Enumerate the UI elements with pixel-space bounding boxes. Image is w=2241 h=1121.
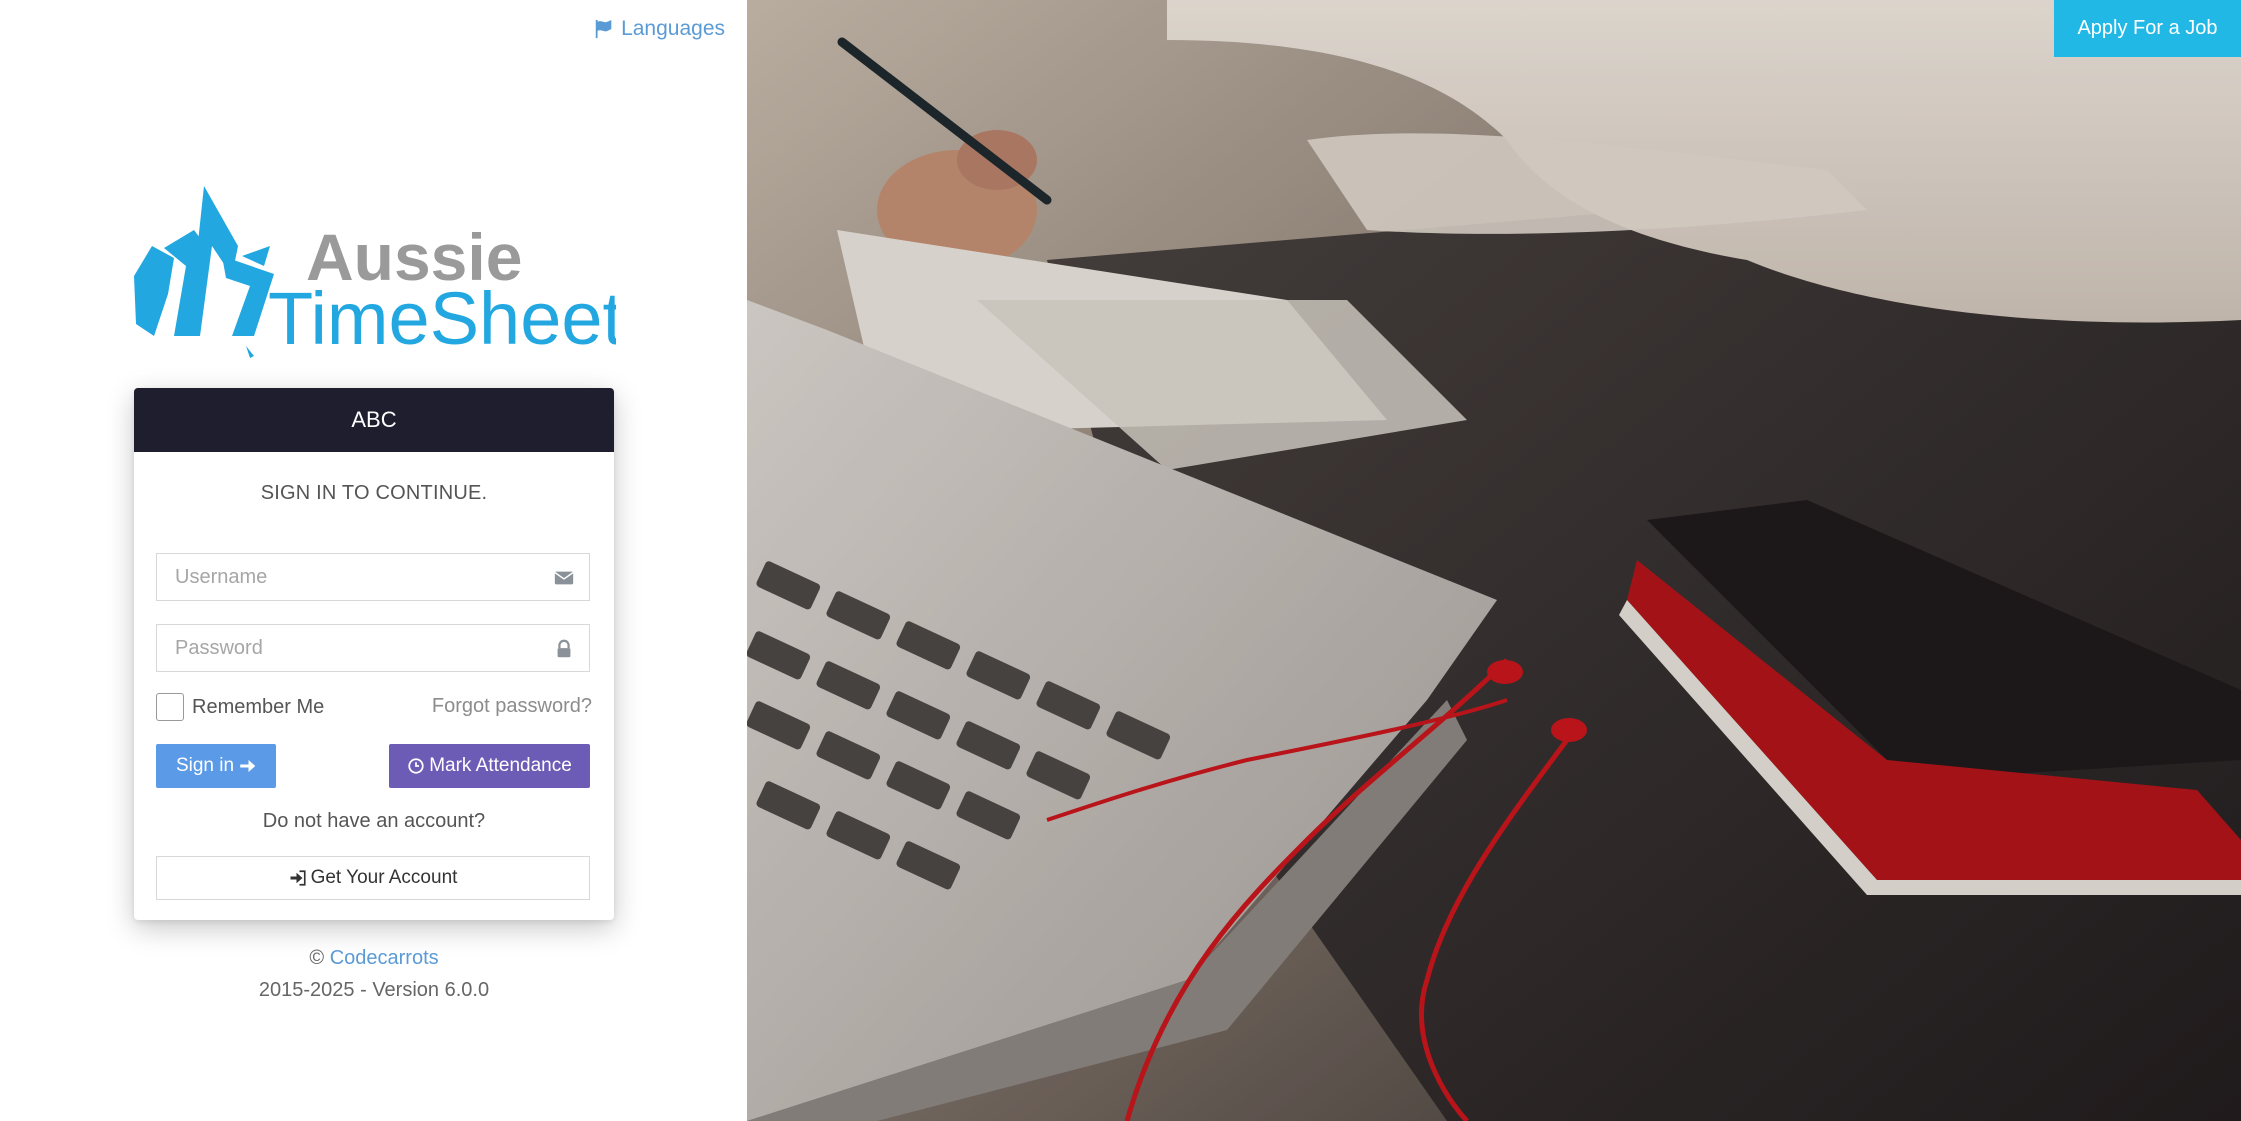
footer-copyright: © Codecarrots [134,947,614,970]
flag-icon [595,19,612,39]
remember-label: Remember Me [192,695,325,718]
signin-label: Sign in [175,755,235,776]
mark-attendance-button[interactable]: Mark Attendance [389,744,590,788]
clock-icon [408,758,424,774]
company-logo: Aussie TimeSheets [134,186,616,358]
signin-button[interactable]: Sign in [156,744,276,788]
remember-me[interactable]: Remember Me [156,693,324,721]
sign-in-icon [290,870,306,886]
card-title: ABC [134,388,614,452]
remember-checkbox[interactable] [156,693,184,721]
password-input[interactable] [157,625,589,671]
arrow-right-icon [240,760,256,772]
footer-version: 2015-2025 - Version 6.0.0 [258,979,490,1001]
background-photo: Apply For a Job [747,0,2241,1121]
password-field [156,624,590,672]
forgot-password-link[interactable]: Forgot password? [432,695,592,718]
username-field [156,553,590,601]
login-panel: Languages Aussie TimeSheets ABC SIGN IN … [0,0,747,1121]
envelope-icon [554,571,574,585]
get-account-button[interactable]: Get Your Account [156,856,590,900]
login-card: ABC SIGN IN TO CONTINUE. Remember Me [134,388,614,920]
signin-message: SIGN IN TO CONTINUE. [260,482,488,504]
apply-job-button[interactable]: Apply For a Job [2054,0,2241,57]
copyright-symbol: © [309,947,325,969]
svg-text:TimeSheets: TimeSheets [268,277,616,358]
languages-link[interactable]: Languages [593,17,725,41]
login-form: SIGN IN TO CONTINUE. Remember Me F [134,452,614,920]
lock-icon [557,639,571,658]
get-account-label: Get Your Account [310,867,458,888]
languages-label: Languages [621,17,725,40]
no-account-text: Do not have an account? [262,810,486,832]
company-link[interactable]: Codecarrots [330,947,439,969]
desk-photo-illustration [747,0,2241,1121]
attendance-label: Mark Attendance [429,755,572,776]
username-input[interactable] [157,554,589,600]
